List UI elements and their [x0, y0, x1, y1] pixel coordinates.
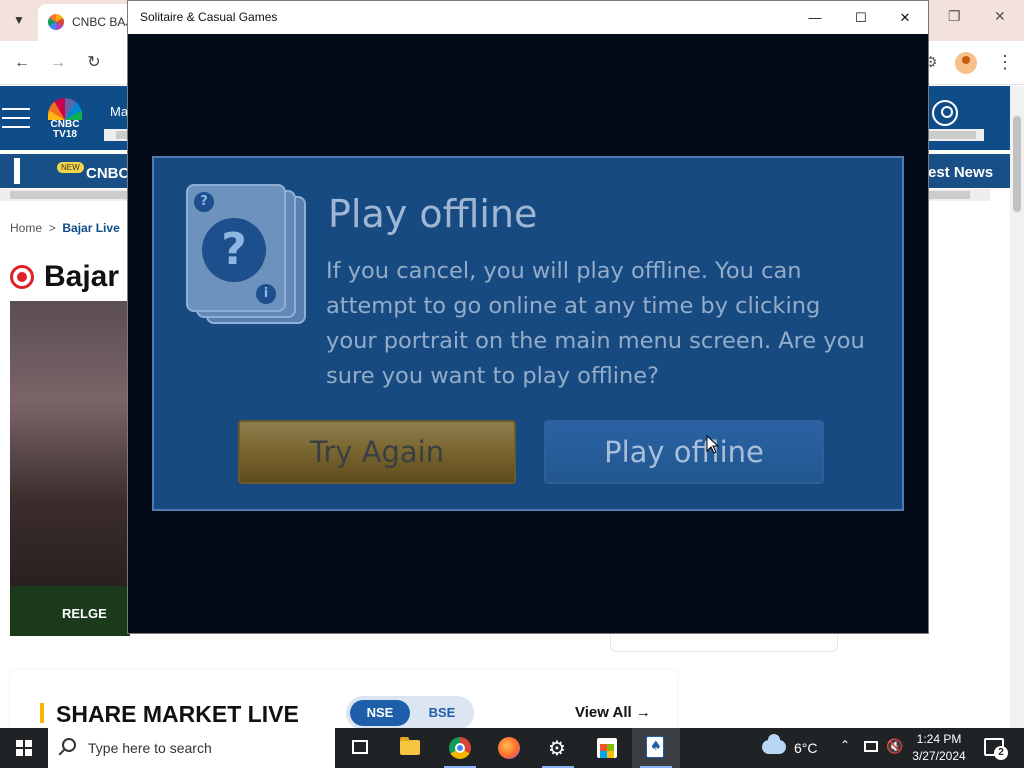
task-view-button[interactable]: [336, 728, 384, 768]
card-front: ? ? i: [186, 184, 286, 312]
question-mark-icon: ?: [202, 218, 266, 282]
ticker-marker: [14, 158, 20, 184]
game-window-title: Solitaire & Casual Games: [140, 10, 278, 24]
solitaire-taskbar-button[interactable]: [632, 728, 680, 768]
start-button[interactable]: [0, 728, 48, 768]
taskbar: Type here to search ⚙ 6°C ⌃ 🔇 1:24 PM 3/…: [0, 728, 1024, 768]
microsoft-store-button[interactable]: [583, 728, 631, 768]
tab-search-chevron-icon[interactable]: ▼: [8, 9, 30, 31]
browser-close-icon[interactable]: ✕: [994, 8, 1006, 25]
volume-muted-icon[interactable]: 🔇: [886, 739, 903, 755]
breadcrumb-separator: >: [48, 221, 56, 235]
cnbc-logo[interactable]: CNBC TV18: [40, 98, 90, 142]
search-placeholder: Type here to search: [88, 740, 212, 756]
cloud-icon[interactable]: [762, 734, 786, 754]
bse-toggle-button[interactable]: BSE: [414, 700, 470, 726]
user-account-icon[interactable]: [932, 100, 958, 126]
folder-icon: [400, 737, 420, 755]
solitaire-window: Solitaire & Casual Games — ☐ ✕ ? ? i Pla…: [127, 0, 929, 634]
task-view-icon: [352, 740, 368, 754]
play-offline-dialog: ? ? i Play offline If you cancel, you wi…: [152, 156, 904, 511]
mouse-cursor-icon: [706, 435, 720, 454]
page-title: Bajar: [44, 260, 120, 293]
back-arrow-icon[interactable]: ←: [11, 52, 33, 74]
question-badge-icon: ?: [194, 192, 214, 212]
browser-menu-icon[interactable]: ⋮: [996, 52, 1014, 73]
firefox-button[interactable]: [485, 728, 533, 768]
firefox-icon: [498, 737, 520, 759]
share-market-title: SHARE MARKET LIVE: [56, 701, 299, 727]
play-offline-button[interactable]: Play offline: [544, 420, 824, 484]
tray-chevron-icon[interactable]: ⌃: [840, 738, 850, 752]
info-badge-icon: i: [256, 284, 276, 304]
game-title-bar[interactable]: Solitaire & Casual Games — ☐ ✕: [128, 1, 928, 34]
gear-icon: ⚙: [548, 736, 566, 760]
solitaire-icon: [646, 736, 664, 758]
new-badge: NEW: [57, 162, 84, 173]
try-again-button[interactable]: Try Again: [238, 420, 516, 484]
view-all-link[interactable]: View All →: [575, 704, 651, 721]
windows-logo-icon: [16, 740, 32, 756]
chrome-icon: [449, 737, 471, 759]
chrome-button[interactable]: [436, 728, 484, 768]
cards-question-icon: ? ? i: [186, 184, 306, 329]
close-button[interactable]: ✕: [882, 1, 928, 34]
clock[interactable]: 1:24 PM 3/27/2024: [906, 731, 972, 765]
page-scrollbar[interactable]: [1010, 86, 1024, 728]
header-nav-text[interactable]: Ma: [110, 104, 128, 119]
temperature[interactable]: 6°C: [794, 740, 818, 756]
nse-toggle-button[interactable]: NSE: [350, 700, 410, 726]
browser-restore-icon[interactable]: ❐: [948, 8, 961, 25]
live-indicator-icon: [10, 265, 34, 289]
file-explorer-button[interactable]: [386, 728, 434, 768]
breadcrumb-home[interactable]: Home: [10, 221, 42, 235]
hamburger-menu-icon[interactable]: [2, 108, 30, 128]
dialog-title: Play offline: [328, 192, 538, 236]
logo-text: CNBC TV18: [50, 119, 80, 140]
notification-count: 2: [994, 746, 1008, 760]
peacock-logo-icon: [48, 98, 82, 120]
forward-arrow-icon[interactable]: →: [47, 52, 69, 74]
minimize-button[interactable]: —: [792, 1, 838, 34]
clock-date: 3/27/2024: [912, 749, 966, 763]
cnbc-favicon-icon: [48, 14, 64, 30]
taskbar-search-box[interactable]: Type here to search: [48, 728, 335, 768]
reload-icon[interactable]: ↻: [83, 52, 105, 74]
page-scrollbar-thumb[interactable]: [1013, 116, 1021, 212]
ticker-label[interactable]: CNBC: [86, 165, 129, 182]
maximize-button[interactable]: ☐: [838, 1, 884, 34]
clock-time: 1:24 PM: [916, 732, 962, 746]
video-caption: RELGE: [62, 606, 107, 621]
live-video-player[interactable]: RELGE: [10, 301, 130, 636]
exchange-toggle[interactable]: NSE BSE: [346, 696, 474, 730]
search-icon: [62, 738, 76, 752]
network-icon[interactable]: [864, 741, 878, 752]
profile-avatar-icon[interactable]: [955, 52, 977, 74]
breadcrumb: Home > Bajar Live: [10, 221, 120, 235]
section-accent-bar: [40, 703, 44, 723]
store-icon: [597, 738, 617, 758]
dialog-message: If you cancel, you will play offline. Yo…: [326, 258, 865, 389]
settings-button[interactable]: ⚙: [534, 728, 582, 768]
latest-news-label[interactable]: est News: [928, 164, 993, 181]
breadcrumb-current[interactable]: Bajar Live: [62, 221, 119, 235]
